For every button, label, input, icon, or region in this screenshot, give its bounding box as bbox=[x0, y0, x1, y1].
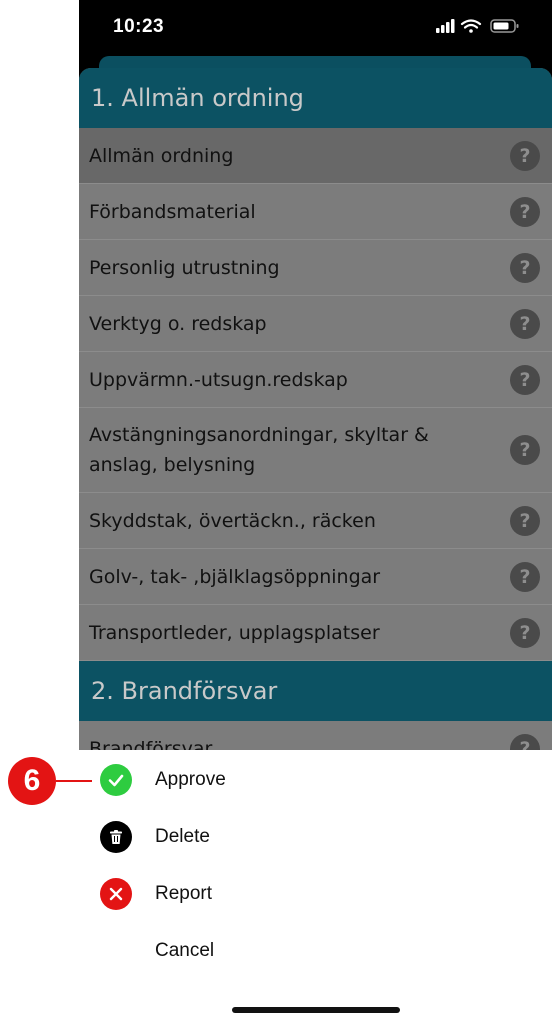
list-item[interactable]: Personlig utrustning ? bbox=[79, 240, 552, 296]
phone-screen: 10:23 1. Allmän ordning Allmän ordning ?… bbox=[79, 0, 552, 750]
status-icons bbox=[436, 18, 532, 34]
checklist: 1. Allmän ordning Allmän ordning ? Förba… bbox=[79, 68, 552, 750]
help-icon[interactable]: ? bbox=[510, 505, 540, 536]
list-item[interactable]: Avstängningsanordningar, skyltar & ansla… bbox=[79, 408, 552, 493]
help-icon[interactable]: ? bbox=[510, 196, 540, 227]
list-item-label: Allmän ordning bbox=[89, 144, 234, 167]
report-label: Report bbox=[155, 883, 213, 904]
wifi-icon bbox=[460, 19, 482, 33]
help-icon[interactable]: ? bbox=[510, 561, 540, 592]
help-icon[interactable]: ? bbox=[510, 435, 540, 465]
callout-line bbox=[56, 780, 92, 782]
list-item-label: Skyddstak, övertäckn., räcken bbox=[89, 509, 376, 532]
list-item[interactable]: Allmän ordning ? bbox=[79, 128, 552, 184]
help-icon[interactable]: ? bbox=[510, 617, 540, 648]
approve-label: Approve bbox=[155, 769, 226, 790]
battery-icon bbox=[490, 19, 519, 33]
list-item-label: Verktyg o. redskap bbox=[89, 312, 267, 335]
cancel-label: Cancel bbox=[155, 940, 215, 961]
list-item[interactable]: Förbandsmaterial ? bbox=[79, 184, 552, 240]
status-bar: 10:23 bbox=[79, 0, 552, 56]
list-item[interactable]: Skyddstak, övertäckn., räcken ? bbox=[79, 493, 552, 549]
home-indicator[interactable] bbox=[232, 1007, 400, 1013]
section-header-1: 1. Allmän ordning bbox=[79, 68, 552, 128]
list-item-label: Förbandsmaterial bbox=[89, 200, 256, 223]
list-item-label: Avstängningsanordningar, skyltar & ansla… bbox=[89, 424, 429, 476]
delete-label: Delete bbox=[155, 826, 210, 847]
help-icon[interactable]: ? bbox=[510, 733, 540, 750]
help-icon[interactable]: ? bbox=[510, 364, 540, 395]
list-item[interactable]: Verktyg o. redskap ? bbox=[79, 296, 552, 352]
list-item-label: Golv-, tak- ,bjälklagsöppningar bbox=[89, 565, 381, 588]
list-item-label: Uppvärmn.-utsugn.redskap bbox=[89, 368, 348, 391]
report-button[interactable]: Report bbox=[100, 874, 400, 914]
delete-button[interactable]: Delete bbox=[100, 817, 400, 857]
action-sheet: Approve Delete Report Cancel bbox=[0, 750, 552, 1024]
help-icon[interactable]: ? bbox=[510, 140, 540, 171]
close-icon bbox=[100, 878, 132, 910]
status-time: 10:23 bbox=[113, 16, 165, 37]
list-item[interactable]: Transportleder, upplagsplatser ? bbox=[79, 605, 552, 661]
list-item-label: Personlig utrustning bbox=[89, 256, 280, 279]
list-item[interactable]: Uppvärmn.-utsugn.redskap ? bbox=[79, 352, 552, 408]
trash-icon bbox=[100, 821, 132, 853]
list-item[interactable]: Brandförsvar ? bbox=[79, 721, 552, 750]
list-item[interactable]: Golv-, tak- ,bjälklagsöppningar ? bbox=[79, 549, 552, 605]
help-icon[interactable]: ? bbox=[510, 308, 540, 339]
checkmark-icon bbox=[100, 764, 132, 796]
section-header-2: 2. Brandförsvar bbox=[79, 661, 552, 721]
list-item-label: Transportleder, upplagsplatser bbox=[89, 621, 380, 644]
approve-button[interactable]: Approve bbox=[100, 760, 400, 800]
step-badge: 6 bbox=[8, 757, 56, 805]
signal-icon bbox=[436, 19, 455, 33]
help-icon[interactable]: ? bbox=[510, 252, 540, 283]
list-item-label: Brandförsvar bbox=[89, 737, 213, 751]
cancel-button[interactable]: Cancel bbox=[100, 931, 400, 971]
